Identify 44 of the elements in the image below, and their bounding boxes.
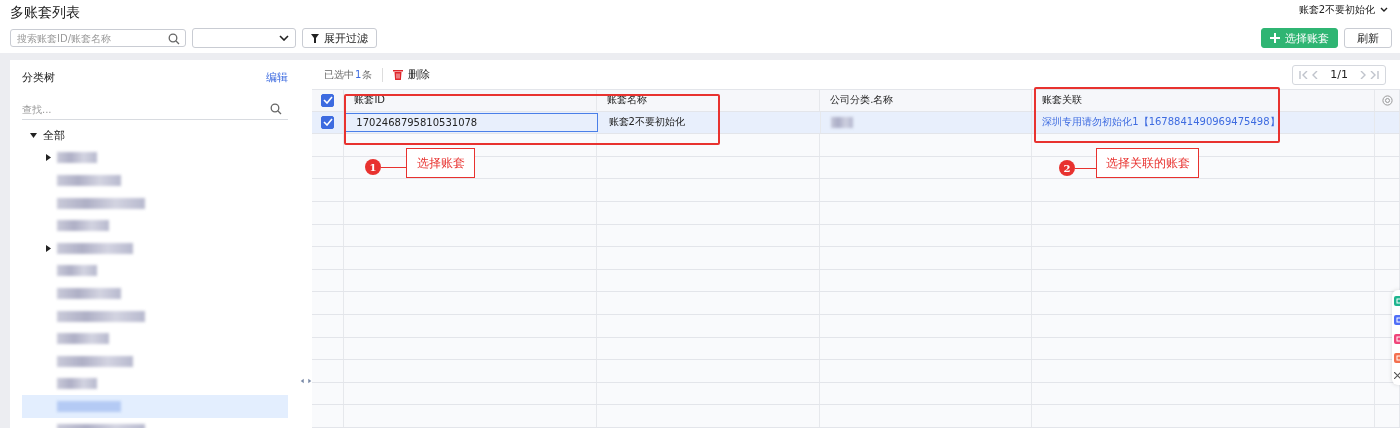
table-cell: 账套2不要初始化: [598, 111, 822, 134]
blurred-text: [57, 265, 97, 277]
cell-editor[interactable]: 1702468795810531078: [345, 112, 598, 133]
blurred-text: [831, 117, 854, 128]
caret-icon: [279, 35, 289, 41]
blurred-text: [57, 400, 121, 412]
panel-title: 分类树: [22, 70, 55, 85]
settings-icon: [1381, 94, 1393, 106]
search-icon: [168, 33, 180, 45]
filter-button[interactable]: 展开过滤: [302, 28, 377, 48]
plus-icon: [1270, 33, 1280, 43]
delete-button[interactable]: 删除: [393, 67, 431, 83]
collapse-arrows-icon: [300, 378, 312, 384]
tree-item[interactable]: 全部: [22, 124, 288, 147]
search-icon: [270, 103, 282, 115]
edit-link[interactable]: 编辑: [266, 70, 288, 85]
checkbox[interactable]: [321, 93, 335, 107]
blurred-text: [57, 287, 121, 299]
callout-label: 选择关联的账套: [1096, 148, 1199, 178]
tree-search-field[interactable]: 查找...: [22, 99, 288, 120]
blurred-text: [57, 175, 121, 186]
close-icon: [1394, 372, 1400, 379]
linked-account-link[interactable]: 深圳专用请勿初始化1【1678841490969475498】: [1042, 115, 1280, 130]
trash-icon: [393, 69, 404, 81]
column-header[interactable]: 账套关联: [1031, 90, 1376, 111]
blurred-text: [57, 378, 97, 390]
checkbox[interactable]: [321, 116, 335, 129]
page-indicator: 1/1: [1329, 68, 1349, 82]
column-header[interactable]: 公司分类.名称: [820, 90, 1032, 111]
selection-count: 已选中 1条: [324, 67, 373, 82]
table-row[interactable]: 1702468795810531078 账套2不要初始化 深圳专用请勿初始化1【1678841490969475498】: [312, 111, 1400, 135]
blurred-text: [57, 220, 109, 232]
refresh-button[interactable]: 刷新: [1344, 28, 1392, 48]
dropdown-field[interactable]: [192, 28, 296, 48]
filter-icon: [311, 33, 319, 43]
search-field[interactable]: 搜索账套ID/账套名称: [10, 29, 186, 47]
leader-line: [381, 167, 406, 168]
leader-line: [1075, 168, 1096, 169]
tree-item[interactable]: [22, 395, 288, 418]
callout-label: 选择账套: [406, 148, 475, 178]
page-title: 多账套列表: [10, 4, 80, 22]
caret-icon: [1380, 7, 1388, 13]
blurred-text: [57, 152, 97, 164]
blurred-text: [57, 333, 109, 345]
